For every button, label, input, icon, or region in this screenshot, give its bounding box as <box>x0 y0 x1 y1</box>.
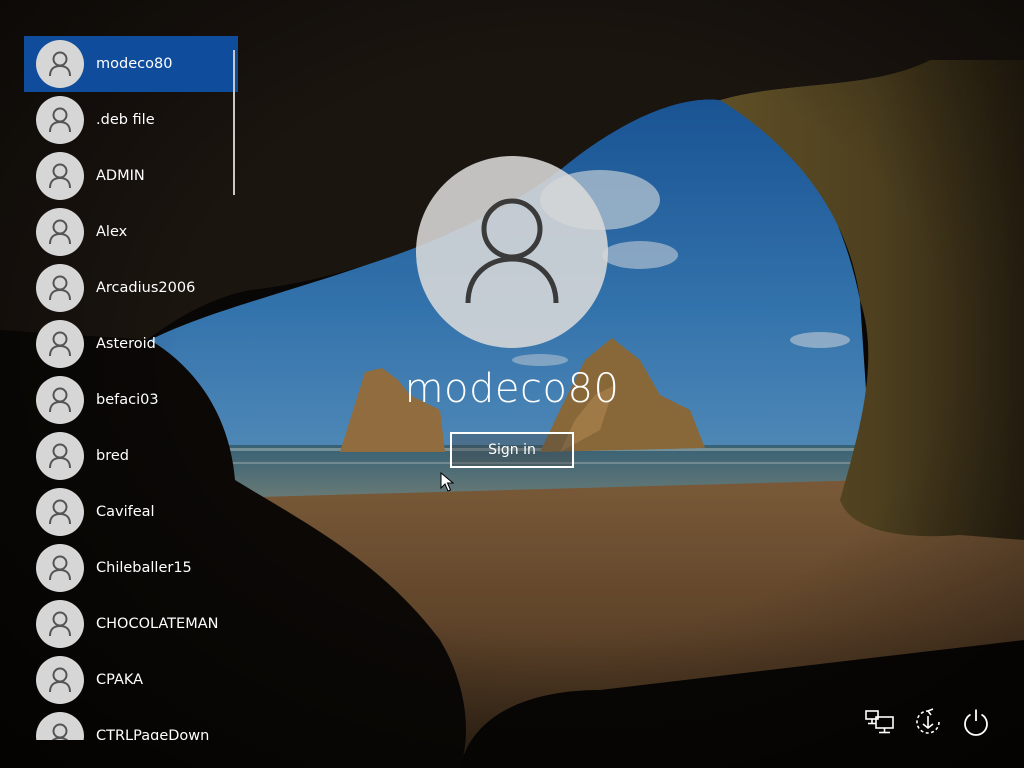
user-list-item[interactable]: Asteroid <box>24 316 238 372</box>
user-list-item[interactable]: ADMIN <box>24 148 238 204</box>
user-avatar <box>36 208 84 256</box>
user-list-scrollbar[interactable] <box>233 50 235 195</box>
user-list-item[interactable]: Cavifeal <box>24 484 238 540</box>
user-list-item[interactable]: modeco80 <box>24 36 238 92</box>
user-icon <box>49 219 71 245</box>
user-avatar <box>36 96 84 144</box>
user-avatar <box>36 488 84 536</box>
selected-username: modeco80 <box>404 366 620 412</box>
user-list-item[interactable]: CHOCOLATEMAN <box>24 596 238 652</box>
user-name-label: CPAKA <box>96 672 144 688</box>
lock-screen: modeco80 .deb file ADMIN Alex Arcadius2006 As… <box>0 0 1024 768</box>
network-button[interactable] <box>862 704 898 740</box>
power-icon <box>964 709 988 736</box>
user-name-label: bred <box>96 448 129 464</box>
user-list-item[interactable]: CPAKA <box>24 652 238 708</box>
user-name-label: befaci03 <box>96 392 159 408</box>
user-name-label: .deb file <box>96 112 155 128</box>
user-icon <box>49 107 71 133</box>
ease-of-access-icon <box>916 708 940 734</box>
user-icon <box>49 667 71 693</box>
user-name-label: ADMIN <box>96 168 145 184</box>
user-avatar <box>36 376 84 424</box>
ease-of-access-button[interactable] <box>910 704 946 740</box>
mouse-pointer-icon <box>440 471 455 496</box>
power-button[interactable] <box>958 704 994 740</box>
user-list-item[interactable]: CTRLPageDown <box>24 708 238 740</box>
user-name-label: Asteroid <box>96 336 156 352</box>
user-name-label: CTRLPageDown <box>96 728 210 740</box>
user-icon <box>49 611 71 637</box>
user-avatar <box>36 264 84 312</box>
user-icon <box>49 275 71 301</box>
user-list-item[interactable]: Alex <box>24 204 238 260</box>
user-avatar <box>36 600 84 648</box>
user-avatar <box>36 712 84 740</box>
user-icon <box>51 723 69 740</box>
user-list-item[interactable]: Chileballer15 <box>24 540 238 596</box>
user-icon <box>49 499 71 525</box>
user-name-label: Cavifeal <box>96 504 155 520</box>
user-icon <box>49 555 71 581</box>
user-name-label: CHOCOLATEMAN <box>96 616 219 632</box>
user-icon <box>49 443 71 469</box>
user-list-item[interactable]: Arcadius2006 <box>24 260 238 316</box>
user-icon <box>465 198 559 304</box>
user-list-item[interactable]: .deb file <box>24 92 238 148</box>
user-avatar <box>36 432 84 480</box>
network-icon <box>865 710 894 734</box>
user-avatar <box>36 656 84 704</box>
sign-in-button[interactable]: Sign in <box>450 432 574 468</box>
user-list-item[interactable]: bred <box>24 428 238 484</box>
user-icon <box>49 387 71 413</box>
user-avatar <box>36 152 84 200</box>
selected-user-avatar <box>416 156 608 348</box>
user-name-label: modeco80 <box>96 56 173 72</box>
user-name-label: Alex <box>96 224 128 240</box>
user-icon <box>49 51 71 77</box>
user-avatar <box>36 544 84 592</box>
user-avatar <box>36 320 84 368</box>
user-icon <box>49 331 71 357</box>
user-name-label: Arcadius2006 <box>96 280 196 296</box>
user-avatar <box>36 40 84 88</box>
user-name-label: Chileballer15 <box>96 560 192 576</box>
user-list-item[interactable]: befaci03 <box>24 372 238 428</box>
user-list[interactable]: modeco80 .deb file ADMIN Alex Arcadius2006 As… <box>24 36 238 740</box>
user-icon <box>49 163 71 189</box>
